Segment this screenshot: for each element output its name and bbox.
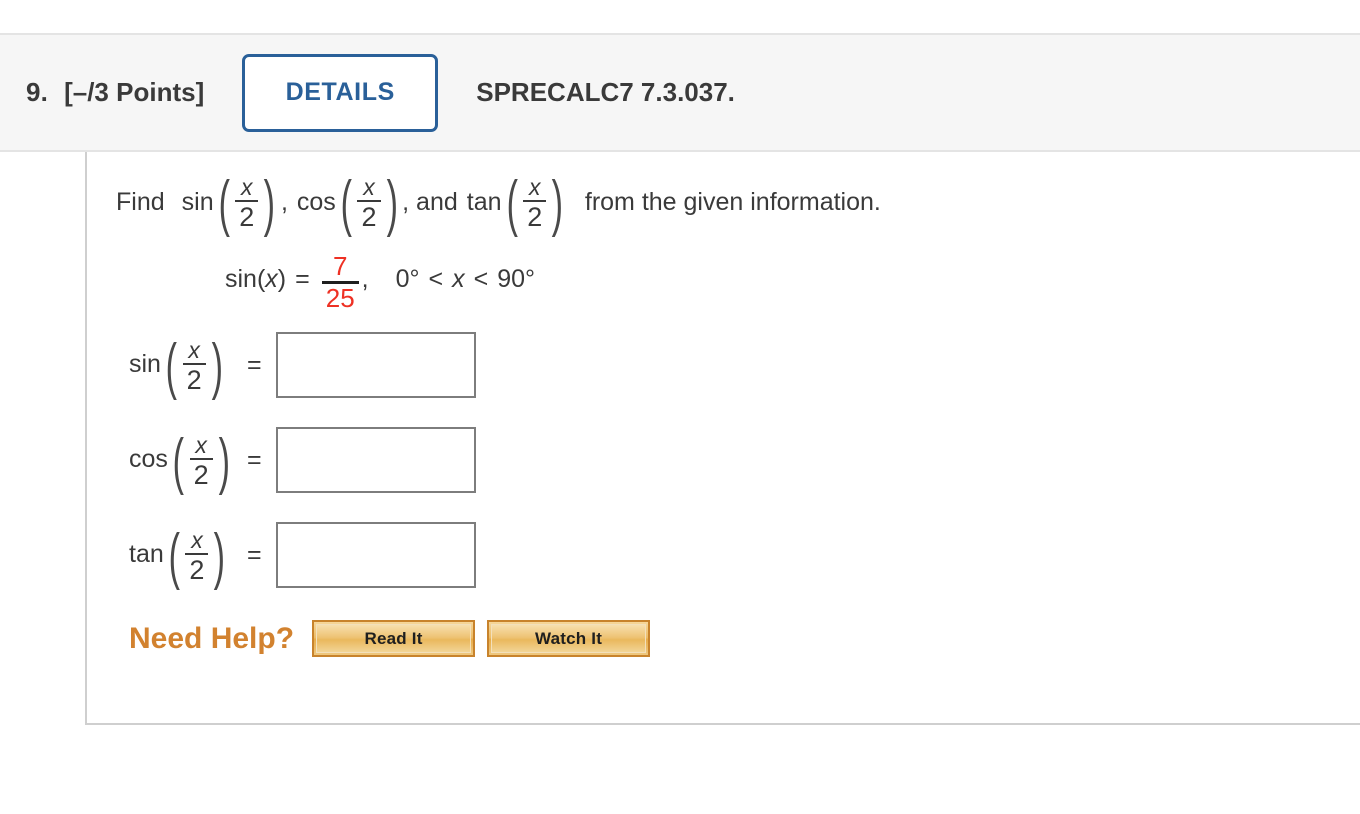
answer-function-name: tan [129,540,164,569]
equals-sign: = [247,540,262,569]
given-comma: , [361,265,369,294]
answer-row: tan ( x 2 ) = [129,522,476,588]
fraction-x-over-2: x 2 [182,336,206,395]
prompt-fn-cos: cos [296,187,336,216]
answer-row: sin ( x 2 ) = [129,332,476,398]
fraction-denominator: 2 [189,554,205,585]
fraction-numerator: 7 [332,251,348,281]
fraction-numerator: x [191,526,203,553]
fraction-numerator: x [363,174,375,200]
question-number: 9. [26,77,49,107]
watch-it-button-label: Watch It [491,624,647,653]
answer-label-sin: sin ( x 2 ) [129,331,223,401]
equals-sign: = [247,445,262,474]
details-button[interactable]: DETAILS [242,53,439,132]
answer-input-tan[interactable] [275,522,476,588]
fraction-numerator: x [188,336,200,363]
fraction-denominator: 2 [527,202,543,233]
prompt-fn-tan: tan [466,187,502,216]
domain-lower-bound: 0° [395,265,420,294]
question-header-bar: 9. [–/3 Points] DETAILS SPRECALC7 7.3.03… [0,33,1360,152]
given-information: sin( x ) = 7 25 , 0° < x < 90° [225,250,536,314]
answer-row: cos ( x 2 ) = [129,427,476,493]
answer-function-name: cos [129,445,168,474]
prompt-fn-sin: sin [181,187,214,216]
fraction-denominator: 2 [361,202,377,233]
fraction-numerator: x [241,174,253,200]
problem-prompt: Find sin ( x 2 ) , cos ( x 2 ) , and tan… [116,169,881,239]
prompt-conjunction: , and [402,187,458,216]
question-content-panel: Find sin ( x 2 ) , cos ( x 2 ) , and tan… [85,152,1360,725]
prompt-comma-1: , [280,187,288,216]
answer-label-cos: cos ( x 2 ) [129,426,230,496]
fraction-x-over-2: x 2 [185,526,209,585]
equals-sign: = [247,350,262,379]
need-help-label: Need Help? [129,621,295,655]
read-it-button[interactable]: Read It [312,620,476,657]
given-function: sin( [225,265,266,294]
domain-relation-1: < [428,265,444,294]
fraction-x-over-2: x 2 [235,174,259,233]
given-close-paren: ) [277,265,287,294]
fraction-denominator: 2 [186,364,202,395]
domain-variable: x [452,265,465,294]
prompt-lead: Find [116,187,165,216]
textbook-reference-code: SPRECALC7 7.3.037. [476,77,735,107]
given-equals: = [295,265,310,294]
fraction-x-over-2: x 2 [189,431,213,490]
fraction-x-over-2: x 2 [357,174,381,233]
watch-it-button[interactable]: Watch It [487,620,651,657]
answer-input-cos[interactable] [275,427,476,493]
fraction-denominator: 2 [193,459,209,490]
need-help-row: Need Help? Read It Watch It [129,620,662,657]
fraction-numerator: x [195,431,207,458]
answer-input-sin[interactable] [275,332,476,398]
answer-label-tan: tan ( x 2 ) [129,521,226,591]
fraction-7-over-25: 7 25 [321,251,359,314]
prompt-tail: from the given information. [584,187,881,216]
points-label: [–/3 Points] [64,77,205,107]
read-it-button-label: Read It [316,624,472,653]
given-variable: x [265,265,278,294]
fraction-x-over-2: x 2 [523,174,547,233]
answer-function-name: sin [129,350,161,379]
domain-relation-2: < [473,265,489,294]
domain-upper-bound: 90° [497,265,536,294]
fraction-numerator: x [528,174,541,200]
fraction-denominator: 2 [239,202,255,233]
fraction-denominator: 25 [325,283,355,314]
